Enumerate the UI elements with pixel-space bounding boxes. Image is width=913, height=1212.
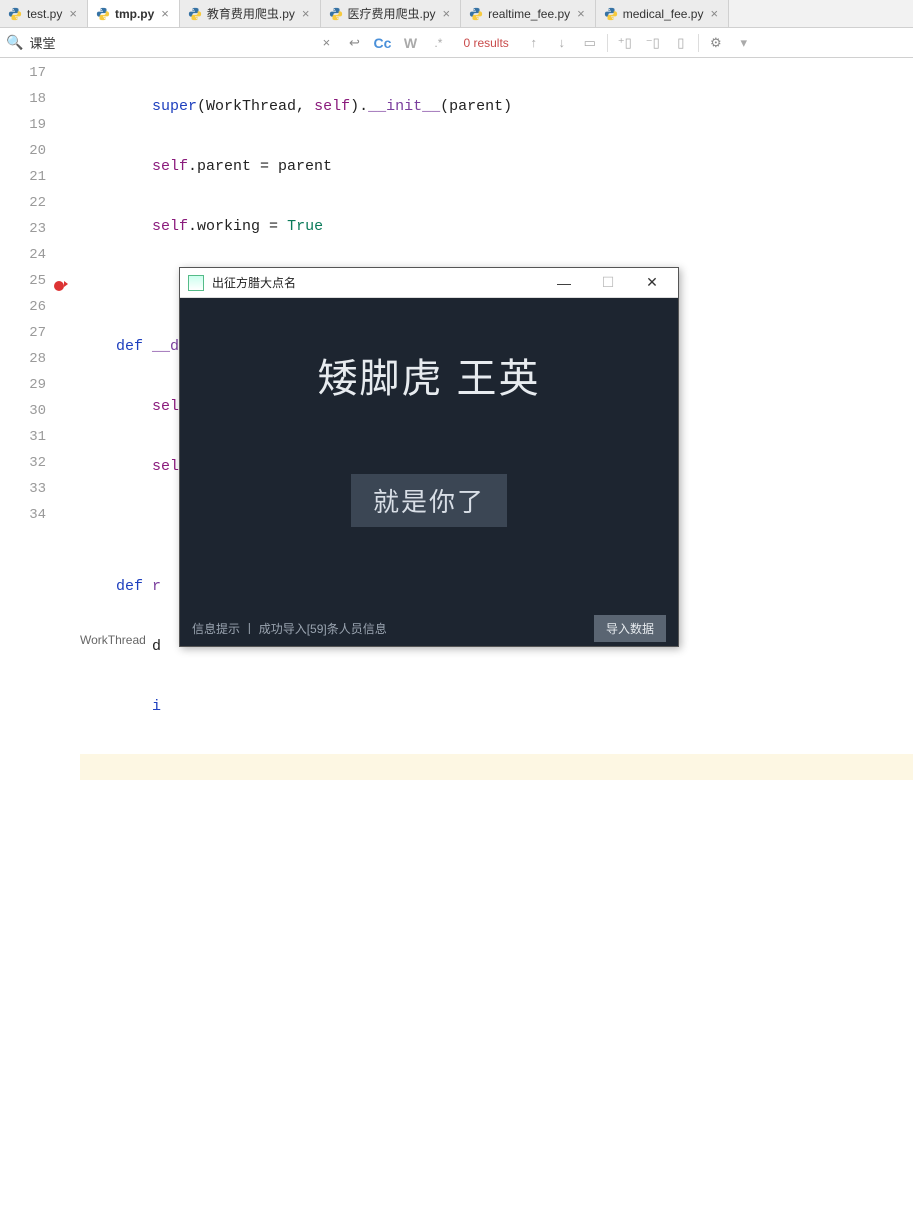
python-file-icon [469, 7, 483, 21]
match-case-toggle[interactable]: Cc [371, 32, 393, 54]
regex-toggle[interactable]: .* [427, 32, 449, 54]
whole-word-toggle[interactable]: W [399, 32, 421, 54]
close-icon[interactable]: × [708, 6, 720, 21]
editor-tabbar: test.py × tmp.py × 教育费用爬虫.py × 医疗费用爬虫.py… [0, 0, 913, 28]
remove-selection-icon[interactable]: ⁻▯ [642, 32, 664, 54]
tab-label: 医疗费用爬虫.py [348, 5, 436, 22]
selected-person-name: 矮脚虎 王英 [317, 346, 540, 404]
python-file-icon [96, 7, 110, 21]
close-icon[interactable]: × [441, 6, 453, 21]
tab-label: medical_fee.py [623, 7, 704, 21]
close-icon[interactable]: × [67, 6, 79, 21]
pick-button[interactable]: 就是你了 [351, 474, 507, 527]
tab-realtime-fee-py[interactable]: realtime_fee.py × [461, 0, 596, 27]
select-all-matches-icon[interactable]: ▭ [579, 32, 601, 54]
tab-label: test.py [27, 7, 62, 21]
python-file-icon [188, 7, 202, 21]
status-message: 信息提示 丨 成功导入[59]条人员信息 [192, 620, 584, 637]
import-data-button[interactable]: 导入数据 [594, 615, 666, 642]
minimize-icon[interactable]: — [542, 269, 586, 297]
dialog-titlebar[interactable]: 出征方腊大点名 — ☐ ✕ [180, 268, 678, 298]
add-selection-icon[interactable]: ⁺▯ [614, 32, 636, 54]
settings-icon[interactable]: ⚙ [705, 32, 727, 54]
tab-test-py[interactable]: test.py × [0, 0, 88, 27]
search-history-icon[interactable]: ↩ [343, 32, 365, 54]
filter-icon[interactable]: ▾ [733, 32, 755, 54]
tab-label: 教育费用爬虫.py [207, 5, 295, 22]
select-occurrences-icon[interactable]: ▯ [670, 32, 692, 54]
line-number-gutter: 171819202122232425262728293031323334 [0, 58, 66, 652]
fold-column [66, 58, 80, 652]
tab-label: realtime_fee.py [488, 7, 570, 21]
close-icon[interactable]: × [575, 6, 587, 21]
search-icon: 🔍 [6, 34, 23, 51]
tab-med-crawler-py[interactable]: 医疗费用爬虫.py × [321, 0, 462, 27]
python-file-icon [329, 7, 343, 21]
rollcall-dialog: 出征方腊大点名 — ☐ ✕ 矮脚虎 王英 就是你了 信息提示 丨 成功导入[59… [179, 267, 679, 647]
app-icon [188, 275, 204, 291]
breadcrumb[interactable]: WorkThread [80, 628, 146, 652]
tab-medical-fee-py[interactable]: medical_fee.py × [596, 0, 729, 27]
close-icon[interactable]: × [300, 6, 312, 21]
tab-label: tmp.py [115, 7, 154, 21]
close-icon[interactable]: ✕ [630, 269, 674, 297]
close-icon[interactable]: × [159, 6, 171, 21]
dialog-body: 矮脚虎 王英 就是你了 [180, 298, 678, 610]
maximize-icon[interactable]: ☐ [586, 269, 630, 297]
prev-match-icon[interactable]: ↑ [523, 32, 545, 54]
next-match-icon[interactable]: ↓ [551, 32, 573, 54]
tab-edu-crawler-py[interactable]: 教育费用爬虫.py × [180, 0, 321, 27]
clear-search-icon[interactable]: × [315, 32, 337, 54]
dialog-footer: 信息提示 丨 成功导入[59]条人员信息 导入数据 [180, 610, 678, 646]
search-results-count: 0 results [463, 36, 508, 50]
python-file-icon [8, 7, 22, 21]
breakpoint-icon[interactable] [52, 275, 64, 287]
dialog-title: 出征方腊大点名 [212, 274, 542, 291]
find-bar: 🔍 × ↩ Cc W .* 0 results ↑ ↓ ▭ ⁺▯ ⁻▯ ▯ ⚙ … [0, 28, 913, 58]
tab-tmp-py[interactable]: tmp.py × [88, 0, 180, 27]
search-input[interactable] [29, 35, 309, 50]
python-file-icon [604, 7, 618, 21]
